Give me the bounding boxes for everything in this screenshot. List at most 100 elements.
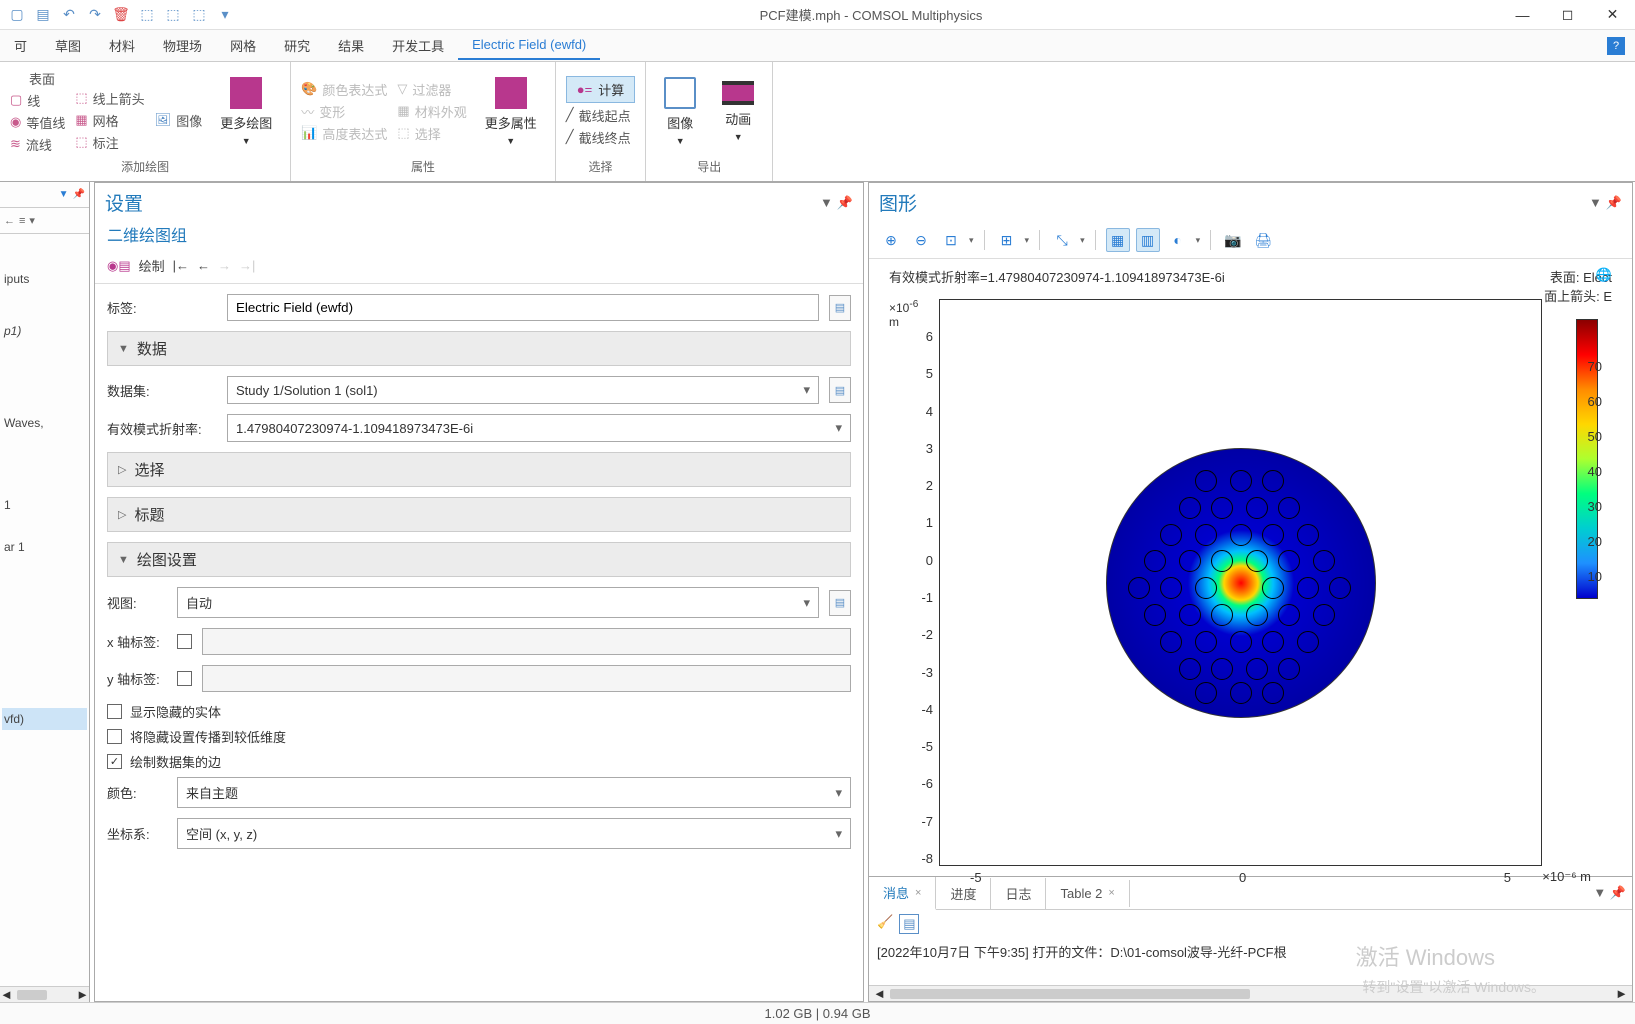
ribbon-more-plots[interactable]: 更多绘图▼ (212, 73, 280, 150)
tree-tool-2[interactable]: ≡ (19, 215, 25, 227)
panel-menu-icon[interactable]: ▼ (1589, 195, 1602, 211)
panel-menu-icon[interactable]: ▼ (820, 195, 833, 211)
menu-electric-field[interactable]: Electric Field (ewfd) (458, 31, 600, 60)
ribbon-streamline[interactable]: ≋流线 (10, 135, 65, 154)
section-data[interactable]: ▼数据 (107, 331, 851, 366)
plot-canvas[interactable]: -505 ×10⁻⁶ m (939, 299, 1542, 866)
view-side-button[interactable]: ▤ (829, 590, 851, 616)
ribbon-line-arrow[interactable]: ⬚线上箭头 (75, 89, 144, 108)
ribbon-color-expr: 🎨颜色表达式 (301, 80, 387, 99)
refidx-select[interactable]: 1.47980407230974-1.109418973473E-6i▾ (227, 414, 851, 442)
qa-icon-4[interactable]: ↷ (86, 6, 104, 24)
print-icon[interactable]: 🖨 (1251, 228, 1275, 252)
panel-menu-icon[interactable]: ▼ (1593, 885, 1606, 900)
pin-icon[interactable]: 📌 (73, 189, 85, 200)
plot-refresh-icon[interactable]: 🌐 (1596, 267, 1612, 283)
yaxis-label: y 轴标签: (107, 669, 167, 688)
section-title[interactable]: ▷标题 (107, 497, 851, 532)
pin-icon[interactable]: 📌 (1606, 195, 1622, 211)
ribbon-line[interactable]: ▢线 (10, 91, 65, 110)
propagate-checkbox[interactable] (107, 729, 122, 744)
tag-side-button[interactable]: ▤ (829, 295, 851, 321)
panel-menu-icon[interactable]: ▼ (59, 189, 69, 200)
tree-item[interactable]: ar 1 (2, 536, 87, 558)
ribbon-image[interactable]: 🖼图像 (155, 111, 203, 130)
ribbon-line-start[interactable]: ╱截线起点 (566, 106, 635, 125)
ribbon-annotation[interactable]: ⬚标注 (75, 133, 144, 152)
qa-icon-3[interactable]: ↶ (60, 6, 78, 24)
tree-item[interactable]: p1) (2, 320, 87, 342)
menu-materials[interactable]: 材料 (95, 30, 149, 61)
menu-geometry[interactable]: 可 (0, 30, 41, 61)
qa-dropdown-icon[interactable]: ▾ (216, 6, 234, 24)
tree-item[interactable]: Waves, (2, 412, 87, 434)
qa-icon-5[interactable]: 🗑 (112, 6, 130, 24)
ribbon-line-end[interactable]: ╱截线终点 (566, 128, 635, 147)
pin-icon[interactable]: 📌 (1610, 885, 1626, 900)
plot-edges-checkbox[interactable]: ✓ (107, 754, 122, 769)
view-select[interactable]: 自动▾ (177, 587, 819, 618)
view-mode-1-icon[interactable]: ▦ (1106, 228, 1130, 252)
arrow-first-icon[interactable]: |← (173, 258, 189, 273)
xaxis-input[interactable] (202, 628, 851, 655)
menu-physics[interactable]: 物理场 (149, 30, 216, 61)
tree-item[interactable]: 1 (2, 494, 87, 516)
close-icon[interactable]: × (1108, 887, 1114, 899)
ribbon-more-attrs[interactable]: 更多属性▼ (477, 73, 545, 150)
coord-select[interactable]: 空间 (x, y, z)▾ (177, 818, 851, 849)
qa-icon-1[interactable]: ▢ (8, 6, 26, 24)
scrollbar-horiz[interactable]: ◄► (0, 986, 89, 1002)
graphics-plot-area[interactable]: 有效模式折射率=1.47980407230974-1.109418973473E… (869, 259, 1632, 876)
qa-icon-7[interactable]: ⬚ (164, 6, 182, 24)
tree-item[interactable]: iputs (2, 268, 87, 290)
tree-tool-1[interactable]: ← (4, 215, 15, 227)
section-plot-settings[interactable]: ▼绘图设置 (107, 542, 851, 577)
zoom-in-icon[interactable]: ⊕ (879, 228, 903, 252)
compute-button[interactable]: ●=计算 (566, 76, 635, 103)
zoom-box-icon[interactable]: ⊡ (939, 228, 963, 252)
zoom-extents-icon[interactable]: ⊞ (995, 228, 1019, 252)
dataset-side-button[interactable]: ▤ (829, 377, 851, 403)
maximize-button[interactable]: ◻ (1545, 0, 1590, 30)
scene-light-icon[interactable]: ◐ (1166, 228, 1190, 252)
view-mode-2-icon[interactable]: ▥ (1136, 228, 1160, 252)
message-text: [2022年10月7日 下午9:35] 打开的文件：D:\01-comsol波导… (869, 938, 1632, 985)
msg-tool-icon[interactable]: ▤ (899, 914, 919, 934)
plot-icon[interactable]: ◉▤ (107, 258, 131, 274)
view-xy-icon[interactable]: ⤡ (1050, 228, 1074, 252)
menu-developer[interactable]: 开发工具 (378, 30, 458, 61)
camera-icon[interactable]: 📷 (1221, 228, 1245, 252)
minimize-button[interactable]: — (1500, 0, 1545, 30)
close-icon[interactable]: × (915, 887, 921, 899)
show-hidden-checkbox[interactable] (107, 704, 122, 719)
tree-item-selected[interactable]: vfd) (2, 708, 87, 730)
color-select[interactable]: 来自主题▾ (177, 777, 851, 808)
scrollbar-horiz[interactable]: ◄► (869, 985, 1632, 1001)
ribbon-export-anim[interactable]: 动画▼ (714, 77, 762, 146)
section-select[interactable]: ▷选择 (107, 452, 851, 487)
ribbon-export-image[interactable]: 图像▼ (656, 73, 704, 150)
tag-input[interactable] (227, 294, 819, 321)
close-button[interactable]: ✕ (1590, 0, 1635, 30)
qa-icon-2[interactable]: ▤ (34, 6, 52, 24)
arrow-prev-icon[interactable]: ← (197, 258, 210, 273)
xaxis-checkbox[interactable] (177, 634, 192, 649)
tab-messages[interactable]: 消息× (869, 877, 936, 910)
dataset-select[interactable]: Study 1/Solution 1 (sol1)▾ (227, 376, 819, 404)
qa-icon-6[interactable]: ⬚ (138, 6, 156, 24)
pin-icon[interactable]: 📌 (837, 195, 853, 211)
menu-mesh[interactable]: 网格 (216, 30, 270, 61)
plot-label[interactable]: 绘制 (139, 256, 165, 275)
menu-study[interactable]: 研究 (270, 30, 324, 61)
ribbon-contour[interactable]: ◉等值线 (10, 113, 65, 132)
graphics-title: 图形 (879, 189, 917, 216)
menu-results[interactable]: 结果 (324, 30, 378, 61)
zoom-out-icon[interactable]: ⊖ (909, 228, 933, 252)
ribbon-grid[interactable]: ▦网格 (75, 111, 144, 130)
qa-icon-8[interactable]: ⬚ (190, 6, 208, 24)
help-icon[interactable]: ? (1607, 37, 1625, 55)
menu-sketch[interactable]: 草图 (41, 30, 95, 61)
yaxis-checkbox[interactable] (177, 671, 192, 686)
yaxis-input[interactable] (202, 665, 851, 692)
clear-icon[interactable]: 🧹 (877, 914, 893, 934)
